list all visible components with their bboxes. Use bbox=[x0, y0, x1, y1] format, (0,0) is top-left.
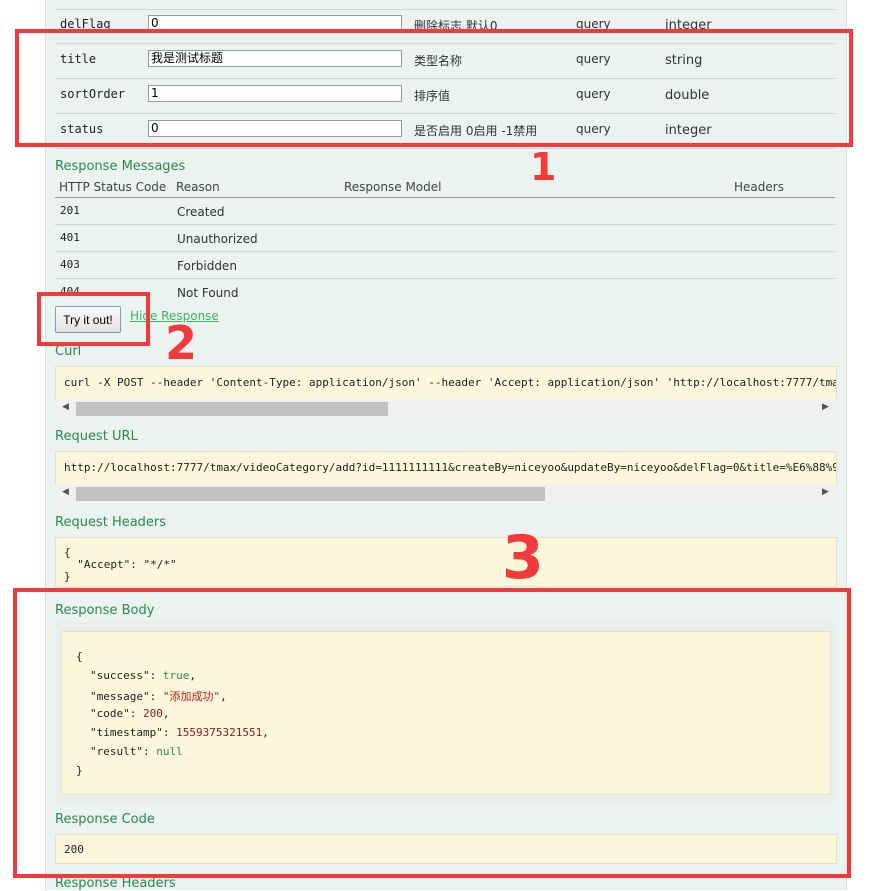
response-messages-heading: Response Messages bbox=[55, 159, 186, 174]
scrollbar-thumb[interactable] bbox=[76, 487, 545, 501]
curl-code: curl -X POST --header 'Content-Type: app… bbox=[55, 366, 837, 400]
status-reason: Created bbox=[177, 205, 225, 219]
annotation-number-3: 3 bbox=[502, 523, 544, 593]
annotation-box-2 bbox=[37, 292, 150, 346]
scroll-left-icon[interactable]: ◀ bbox=[62, 487, 69, 497]
code-line: } bbox=[64, 570, 71, 583]
annotation-box-3 bbox=[13, 588, 851, 878]
annotation-number-1: 1 bbox=[530, 145, 557, 189]
table-row: 401 Unauthorized bbox=[55, 225, 835, 252]
code-line: "Accept": "*/*" bbox=[64, 558, 177, 571]
scroll-left-icon[interactable]: ◀ bbox=[62, 402, 69, 412]
annotation-number-2: 2 bbox=[165, 316, 198, 370]
status-code: 403 bbox=[60, 258, 80, 271]
request-url-scrollbar[interactable]: ◀ ▶ bbox=[55, 484, 835, 502]
request-url-text: http://localhost:7777/tmax/videoCategory… bbox=[64, 461, 837, 474]
response-messages-header: HTTP Status Code Reason Response Model H… bbox=[55, 179, 835, 198]
scrollbar-thumb[interactable] bbox=[76, 402, 388, 416]
request-url-heading: Request URL bbox=[55, 429, 138, 444]
scroll-right-icon[interactable]: ▶ bbox=[822, 402, 829, 412]
col-reason: Reason bbox=[176, 180, 220, 194]
status-reason: Forbidden bbox=[177, 259, 237, 273]
response-headers-heading: Response Headers bbox=[55, 876, 176, 891]
annotation-box-1 bbox=[15, 29, 853, 147]
col-status-code: HTTP Status Code bbox=[59, 180, 167, 194]
status-reason: Unauthorized bbox=[177, 232, 258, 246]
status-code: 201 bbox=[60, 204, 80, 217]
curl-scrollbar[interactable]: ◀ ▶ bbox=[55, 399, 835, 417]
status-reason: Not Found bbox=[177, 286, 239, 300]
request-headers-code: { "Accept": "*/*" } bbox=[55, 537, 837, 587]
scroll-right-icon[interactable]: ▶ bbox=[822, 487, 829, 497]
request-headers-heading: Request Headers bbox=[55, 515, 167, 530]
table-row: 403 Forbidden bbox=[55, 252, 835, 279]
table-row: 404 Not Found bbox=[55, 279, 835, 305]
curl-heading: Curl bbox=[55, 344, 82, 359]
request-url-code: http://localhost:7777/tmax/videoCategory… bbox=[55, 451, 837, 485]
curl-text: curl -X POST --header 'Content-Type: app… bbox=[64, 376, 837, 389]
col-response-model: Response Model bbox=[344, 180, 442, 194]
status-code: 401 bbox=[60, 231, 80, 244]
table-row: 201 Created bbox=[55, 198, 835, 225]
col-headers: Headers bbox=[734, 180, 784, 194]
